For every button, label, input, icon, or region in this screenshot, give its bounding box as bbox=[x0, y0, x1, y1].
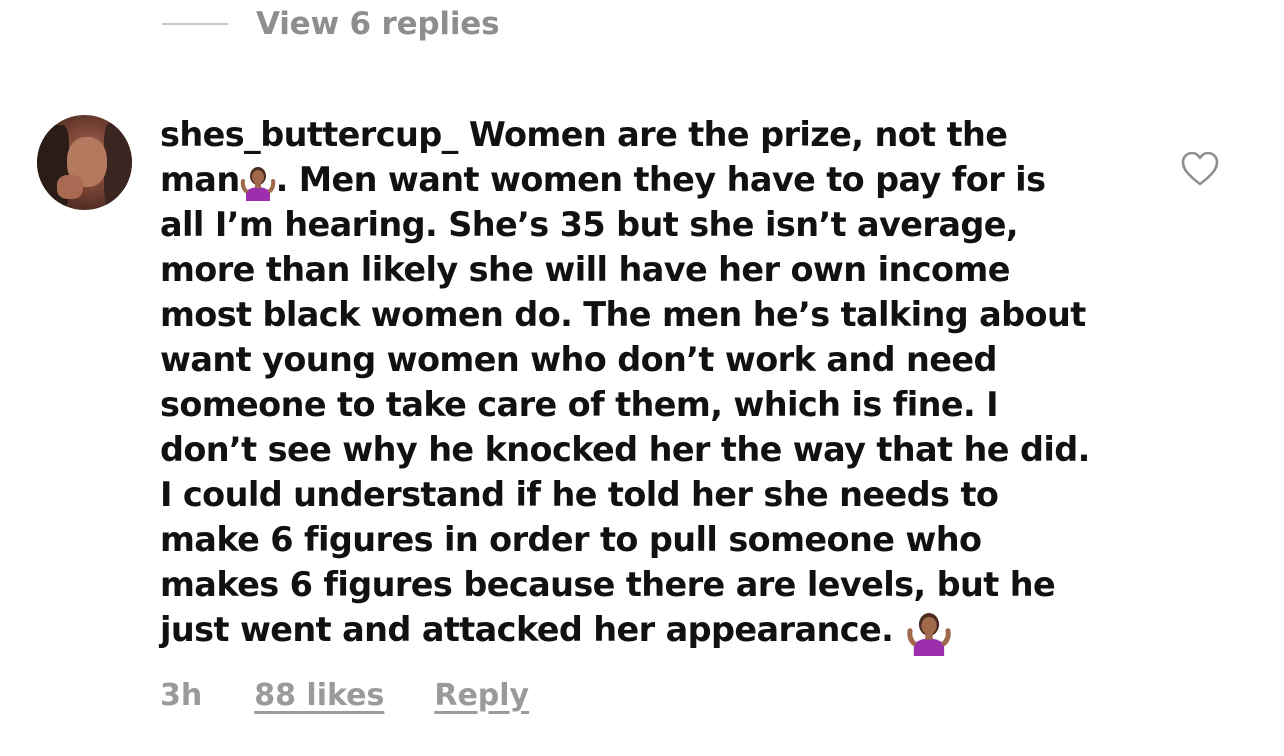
comment-line: most black women do. The men he’s talkin… bbox=[160, 295, 1086, 334]
comment-line: more than likely she will have her own i… bbox=[160, 250, 1010, 289]
comment-text: man bbox=[160, 160, 240, 199]
comment-line: just went and attacked her appearance. bbox=[160, 607, 1120, 656]
view-replies-label: View 6 replies bbox=[256, 6, 500, 42]
comment-text: Women are the prize, not the bbox=[468, 115, 1008, 154]
comment-username[interactable]: shes_buttercup_ bbox=[160, 115, 458, 154]
comment-line: man . Men want women they have to pay fo… bbox=[160, 157, 1120, 202]
view-replies-button[interactable]: View 6 replies bbox=[162, 4, 500, 44]
comment-line: I could understand if he told her she ne… bbox=[160, 475, 999, 514]
reply-button[interactable]: Reply bbox=[434, 678, 529, 713]
likes-count-link[interactable]: 88 likes bbox=[254, 678, 384, 713]
person-shrugging-emoji bbox=[904, 608, 954, 656]
comment-footer: 3h 88 likes Reply bbox=[160, 672, 529, 718]
comment-timestamp: 3h bbox=[160, 677, 203, 713]
comment-body: shes_buttercup_ Women are the prize, not… bbox=[160, 112, 1120, 656]
comment-line: make 6 figures in order to pull someone … bbox=[160, 520, 982, 559]
comment-line: all I’m hearing. She’s 35 but she isn’t … bbox=[160, 205, 1019, 244]
comment-line: don’t see why he knocked her the way tha… bbox=[160, 430, 1090, 469]
comment-line: want young women who don’t work and need bbox=[160, 340, 998, 379]
avatar[interactable] bbox=[37, 115, 132, 210]
person-shrugging-emoji bbox=[240, 163, 276, 201]
comment-line: makes 6 figures because there are levels… bbox=[160, 565, 1056, 604]
comment-line: shes_buttercup_ Women are the prize, not… bbox=[160, 112, 1120, 157]
comment-text: just went and attacked her appearance. bbox=[160, 610, 894, 649]
heart-outline-icon[interactable] bbox=[1180, 150, 1220, 188]
comment-text: . Men want women they have to pay for is bbox=[275, 160, 1046, 199]
comment-line: someone to take care of them, which is f… bbox=[160, 385, 999, 424]
replies-divider bbox=[162, 23, 228, 25]
